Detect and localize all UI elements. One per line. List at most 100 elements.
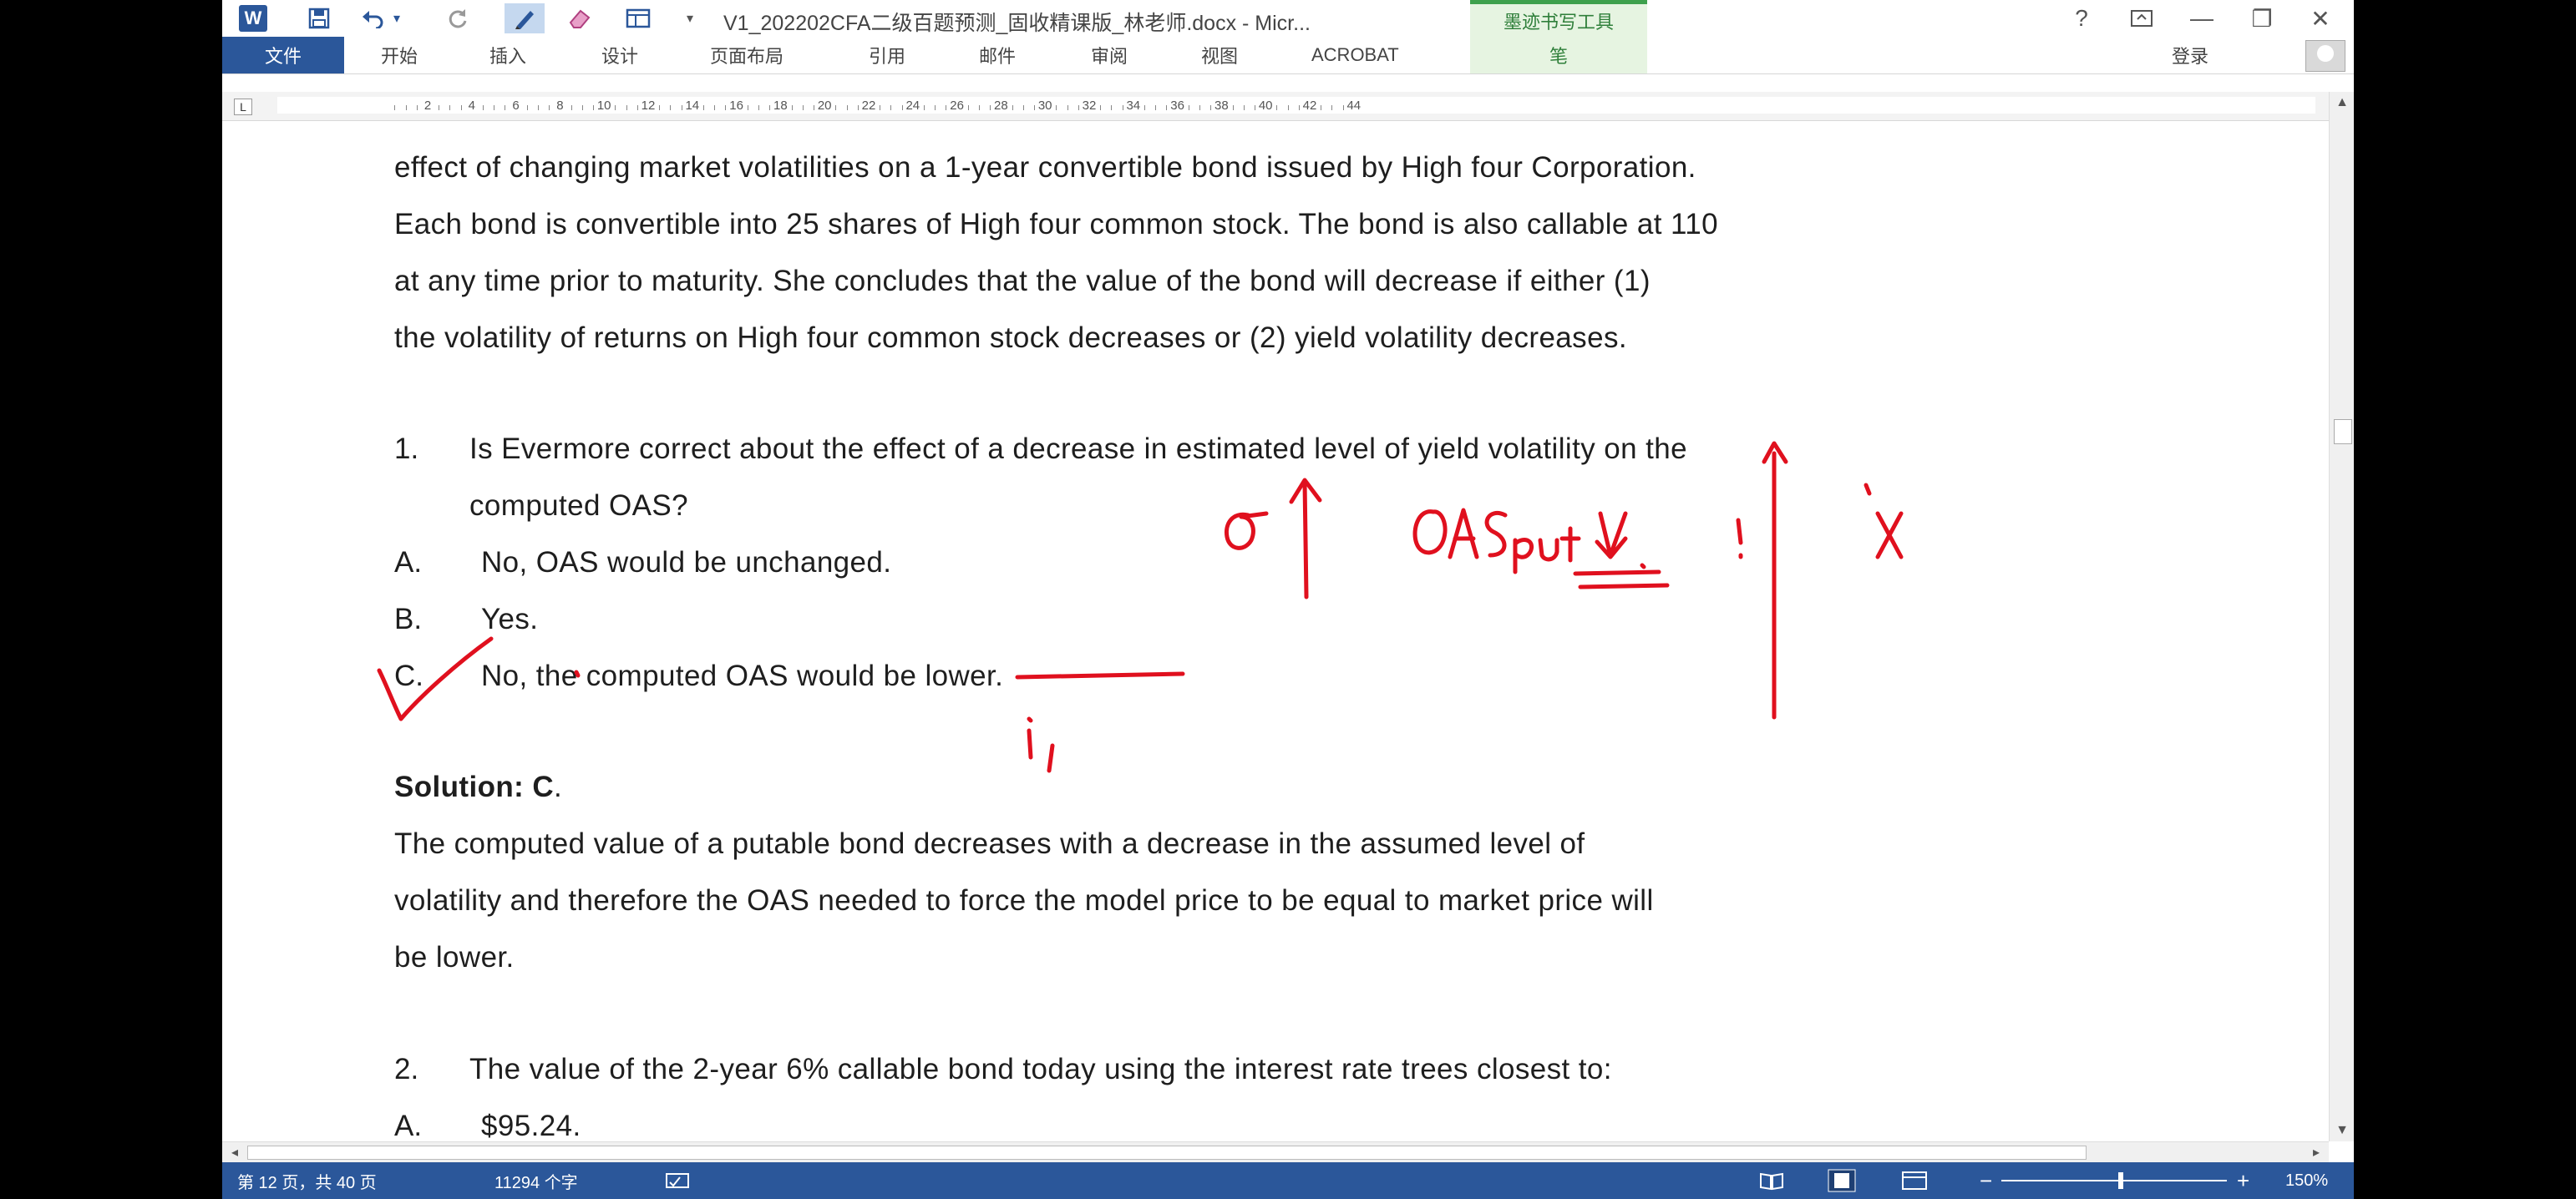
ruler-tick <box>935 105 936 110</box>
web-layout-icon[interactable] <box>1901 1162 1928 1199</box>
pen-icon[interactable] <box>505 3 545 33</box>
ruler-tick <box>615 105 616 110</box>
tab-insert[interactable]: 插入 <box>489 37 526 73</box>
save-icon[interactable] <box>302 3 336 33</box>
ruler-tick <box>1012 105 1013 110</box>
sign-in-link[interactable]: 登录 <box>2172 37 2208 73</box>
ruler-tick <box>1243 105 1245 110</box>
tab-references[interactable]: 引用 <box>869 37 905 73</box>
ruler-label: 24 <box>905 99 920 113</box>
page-count[interactable]: 第 12 页，共 40 页 <box>237 1162 377 1199</box>
tab-page-layout[interactable]: 页面布局 <box>710 37 783 73</box>
ruler-tick <box>1199 105 1200 110</box>
close-button[interactable]: ✕ <box>2302 3 2339 33</box>
restore-button[interactable]: ❐ <box>2244 3 2280 33</box>
ruler-label: 32 <box>1082 99 1097 113</box>
solution-label: Solution: C. <box>394 771 562 804</box>
ruler-tick <box>1287 105 1289 110</box>
horizontal-scroll-thumb[interactable] <box>247 1146 2087 1160</box>
option-text: Yes. <box>481 603 539 635</box>
ruler-label: 44 <box>1346 99 1362 113</box>
zoom-level[interactable]: 150% <box>2285 1162 2328 1199</box>
proofing-icon[interactable] <box>665 1162 690 1199</box>
tab-pen[interactable]: 笔 <box>1470 37 1647 73</box>
ruler-label: 26 <box>950 99 964 113</box>
ruler-tick <box>526 105 528 110</box>
document-title: V1_202202CFA二级百题预测_固收精课版_林老师.docx - Micr… <box>723 12 1311 35</box>
word-count[interactable]: 11294 个字 <box>494 1162 578 1199</box>
ruler-tick <box>659 105 661 110</box>
ruler-tick <box>1342 105 1344 110</box>
tab-view[interactable]: 视图 <box>1201 37 1238 73</box>
user-avatar[interactable] <box>2305 40 2345 72</box>
minimize-button[interactable]: — <box>2183 3 2220 33</box>
horizontal-ruler[interactable]: L 2 4 6 8 10 12 14 16 18 20 22 24 26 28 30 32 34 36 38 40 42… <box>222 92 2354 121</box>
tab-mailings[interactable]: 邮件 <box>979 37 1016 73</box>
ruler-label: 18 <box>773 99 788 113</box>
ruler-label: 16 <box>729 99 743 113</box>
ruler-label: 2 <box>423 99 432 113</box>
ruler-label: 4 <box>468 99 475 113</box>
tab-selector[interactable]: L <box>234 99 252 115</box>
ruler-tick <box>626 105 627 110</box>
ruler-tick <box>636 105 638 110</box>
scroll-left-button[interactable]: ◂ <box>222 1142 247 1162</box>
paragraph-line: effect of changing market volatilities o… <box>394 151 1696 184</box>
ruler-tick <box>581 105 583 110</box>
eraser-icon[interactable] <box>563 3 596 33</box>
title-bar: W ▾ ▾ V1_202202CFA二级百题预测_固收精课版_林老师.docx … <box>222 0 2354 37</box>
ruler-tick <box>1210 105 1212 110</box>
print-layout-icon[interactable] <box>1828 1162 1856 1199</box>
word-app-icon[interactable]: W <box>239 5 267 32</box>
ruler-label: 6 <box>512 99 520 113</box>
scroll-up-button[interactable]: ▲ <box>2330 92 2354 114</box>
zoom-slider[interactable] <box>2001 1180 2227 1181</box>
ruler-label: 40 <box>1258 99 1273 113</box>
ruler-tick <box>1298 105 1300 110</box>
tab-review[interactable]: 审阅 <box>1091 37 1128 73</box>
layout-icon[interactable] <box>621 3 655 33</box>
tab-home[interactable]: 开始 <box>381 37 418 73</box>
document-page[interactable]: effect of changing market volatilities o… <box>222 121 2329 1141</box>
ruler-tick <box>416 105 418 110</box>
ruler-tick <box>791 105 793 110</box>
vertical-scrollbar[interactable]: ▲ ▼ <box>2329 92 2354 1141</box>
question-number: 2. <box>394 1053 419 1085</box>
ruler-label: 20 <box>817 99 832 113</box>
undo-dropdown-icon[interactable]: ▾ <box>389 3 404 33</box>
tab-design[interactable]: 设计 <box>601 37 638 73</box>
colon-dot-ink <box>1640 563 1646 569</box>
ruler-label: 28 <box>994 99 1008 113</box>
tab-acrobat[interactable]: ACROBAT <box>1311 37 1399 73</box>
ruler-tick <box>769 105 771 110</box>
paragraph-line: the volatility of returns on High four c… <box>394 321 1627 354</box>
ribbon-display-options-button[interactable] <box>2123 3 2160 33</box>
zoom-slider-handle[interactable] <box>2118 1172 2123 1189</box>
ruler-label: 14 <box>685 99 700 113</box>
ruler-tick <box>1056 105 1057 110</box>
option-letter: C. <box>394 660 423 692</box>
ruler-track[interactable] <box>277 97 2315 114</box>
option-text: No, the computed OAS would be lower. <box>481 660 1004 692</box>
solution-label-period: . <box>554 771 563 803</box>
ruler-tick <box>460 105 462 110</box>
ruler-tick <box>1155 105 1157 110</box>
ruler-tick <box>538 105 539 110</box>
ruler-label: 42 <box>1302 99 1317 113</box>
help-button[interactable]: ? <box>2063 3 2100 33</box>
tab-file[interactable]: 文件 <box>222 37 344 73</box>
redo-icon[interactable] <box>441 3 474 33</box>
word-window: W ▾ ▾ V1_202202CFA二级百题预测_固收精课版_林老师.docx … <box>222 0 2354 1199</box>
zoom-in-button[interactable]: + <box>2237 1162 2249 1199</box>
vertical-scroll-thumb[interactable] <box>2334 419 2352 444</box>
read-mode-icon[interactable] <box>1759 1162 1784 1199</box>
ruler-label: 34 <box>1126 99 1141 113</box>
zoom-out-button[interactable]: − <box>1980 1162 1992 1199</box>
customize-toolbar-icon[interactable]: ▾ <box>680 3 700 33</box>
x-mark-ink <box>1875 511 1904 559</box>
scroll-down-button[interactable]: ▼ <box>2330 1120 2354 1141</box>
undo-icon[interactable] <box>356 3 389 33</box>
scroll-right-button[interactable]: ▸ <box>2304 1142 2329 1162</box>
ruler-tick <box>1034 105 1035 110</box>
horizontal-scrollbar[interactable]: ◂ ▸ <box>222 1141 2329 1162</box>
